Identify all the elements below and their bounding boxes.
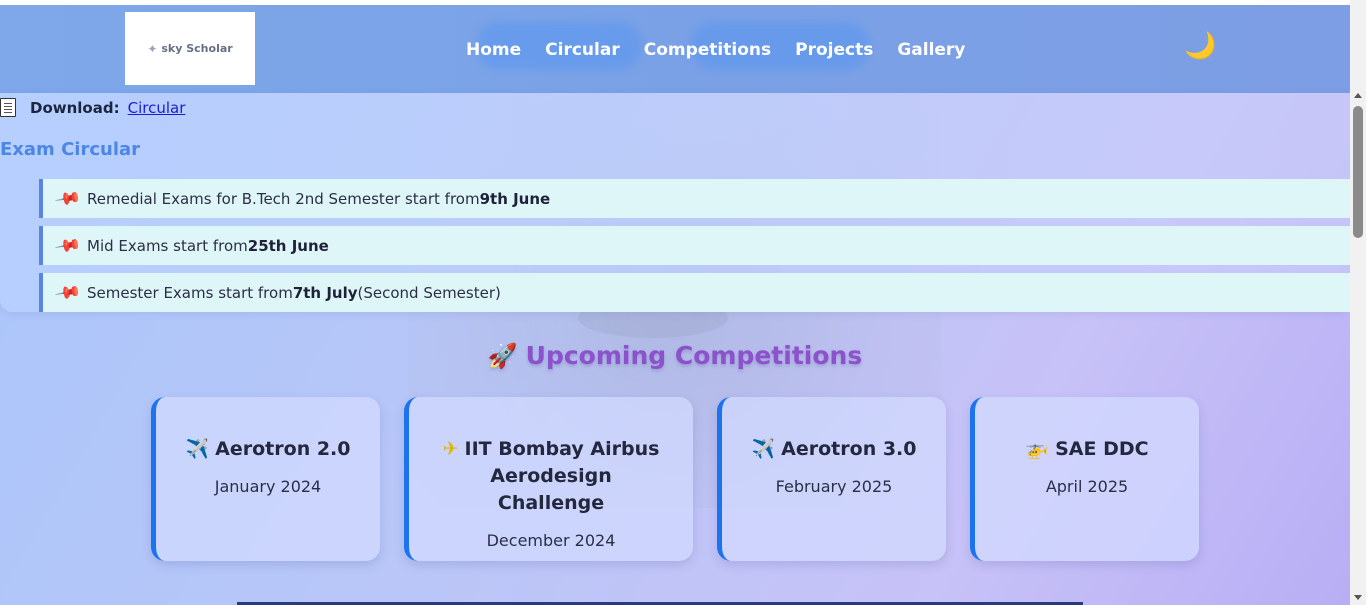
logo[interactable]: ✦ sky Scholar [125, 12, 255, 85]
moon-icon[interactable]: 🌙 [1184, 33, 1216, 59]
pushpin-icon: 📌 [53, 278, 82, 308]
competition-date: January 2024 [214, 477, 322, 496]
notice-date: 25th June [247, 236, 329, 255]
notice-text: Semester Exams start from [87, 283, 293, 302]
airplane-icon: ✈️ [751, 438, 776, 460]
nav-competitions[interactable]: Competitions [644, 40, 771, 60]
notice-suffix: (Second Semester) [357, 283, 501, 302]
nav-projects[interactable]: Projects [795, 40, 873, 60]
competition-card[interactable]: ✈️ Aerotron 3.0 February 2025 [717, 397, 946, 561]
pushpin-icon: 📌 [53, 231, 82, 261]
competition-name: Aerotron 3.0 [781, 438, 917, 460]
download-circular-link[interactable]: Circular [128, 99, 186, 117]
airplane-icon: ✈ [442, 438, 459, 460]
notice-item: 📌 Remedial Exams for B.Tech 2nd Semester… [39, 179, 1350, 218]
competition-date: February 2025 [775, 477, 893, 496]
circular-panel: Download: Circular Exam Circular 📌 Remed… [0, 93, 1350, 312]
notice-date: 7th July [292, 283, 358, 302]
airplane-icon: ✈️ [185, 438, 210, 460]
scroll-thumb[interactable] [1353, 106, 1363, 238]
page-viewport: ✦ sky Scholar Home Circular Competitions… [0, 5, 1350, 605]
site-header: ✦ sky Scholar Home Circular Competitions… [0, 5, 1350, 93]
competition-date: December 2024 [486, 531, 616, 550]
main-nav: Home Circular Competitions Projects Gall… [466, 27, 965, 73]
competition-name: IIT Bombay Airbus Aerodesign Challenge [464, 438, 660, 514]
competition-card[interactable]: ✈ IIT Bombay Airbus Aerodesign Challenge … [404, 397, 693, 561]
download-label: Download: [30, 98, 120, 117]
scroll-down-icon[interactable] [1354, 595, 1362, 600]
notice-text: Remedial Exams for B.Tech 2nd Semester s… [87, 189, 480, 208]
notice-item: 📌 Semester Exams start from7th July(Seco… [39, 273, 1350, 312]
competition-card[interactable]: 🚁 SAE DDC April 2025 [970, 397, 1199, 561]
pushpin-icon: 📌 [53, 184, 82, 214]
logo-star-icon: ✦ [147, 41, 158, 56]
nav-gallery[interactable]: Gallery [897, 40, 965, 60]
download-row: Download: Circular [0, 98, 185, 117]
notice-date: 9th June [479, 189, 551, 208]
scroll-up-icon[interactable] [1354, 93, 1362, 98]
vertical-scrollbar[interactable] [1350, 0, 1366, 605]
nav-home[interactable]: Home [466, 40, 521, 60]
notice-text: Mid Exams start from [87, 236, 248, 255]
competitions-title: 🚀 Upcoming Competitions [487, 341, 863, 370]
competition-name: Aerotron 2.0 [215, 438, 351, 460]
notice-item: 📌 Mid Exams start from25th June [39, 226, 1350, 265]
competition-name: SAE DDC [1055, 438, 1149, 460]
logo-text: sky Scholar [161, 42, 233, 55]
rocket-icon: 🚀 [487, 342, 518, 370]
competition-card[interactable]: ✈️ Aerotron 2.0 January 2024 [151, 397, 380, 561]
nav-circular[interactable]: Circular [545, 40, 620, 60]
document-icon [0, 98, 16, 117]
competition-date: April 2025 [1045, 477, 1129, 496]
helicopter-icon: 🚁 [1025, 438, 1050, 460]
exam-circular-title: Exam Circular [0, 139, 141, 160]
